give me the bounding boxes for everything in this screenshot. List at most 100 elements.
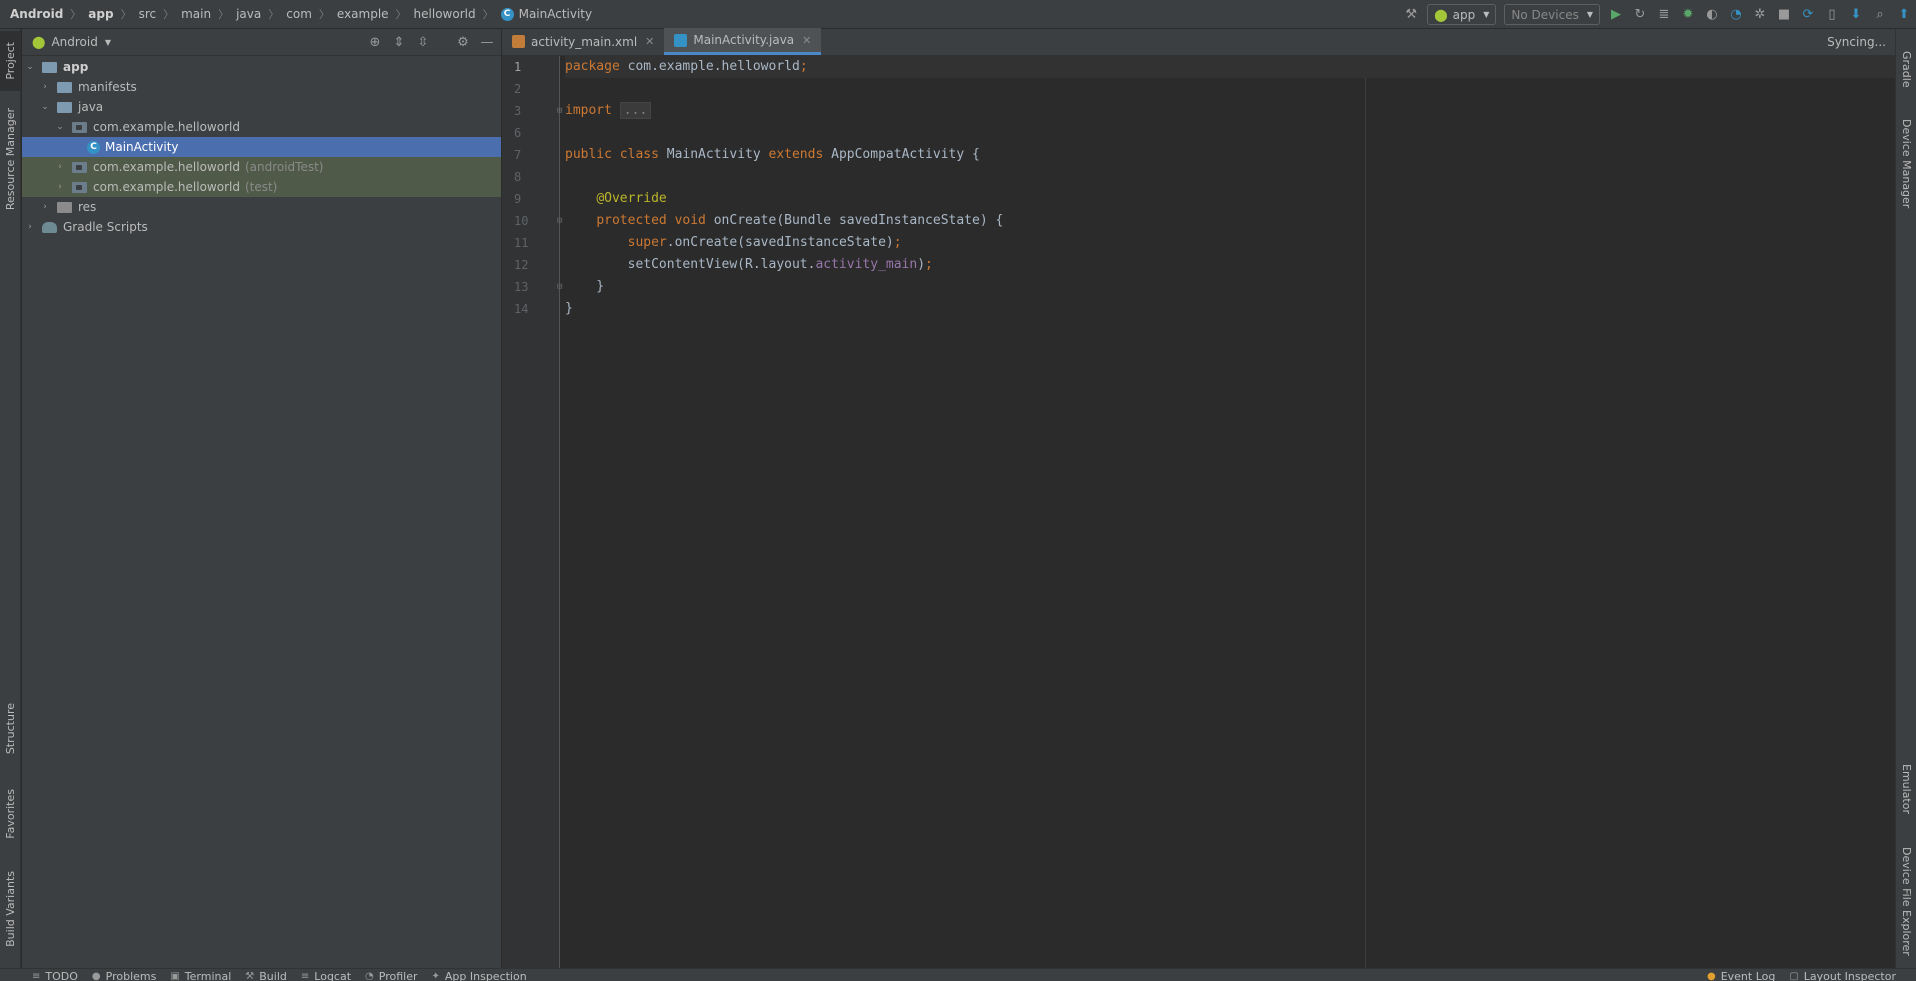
code-editor[interactable]: package com.example.helloworld; ⊞ import … — [557, 56, 1895, 968]
tree-item-package-main[interactable]: ⌄ com.example.helloworld — [22, 117, 501, 137]
caret-down-icon[interactable]: ▼ — [105, 38, 111, 47]
breadcrumb-main[interactable]: main — [181, 7, 211, 21]
breadcrumb-java[interactable]: java — [236, 7, 261, 21]
layout-inspector-tool-button[interactable]: ▢ Layout Inspector — [1789, 970, 1896, 981]
device-manager-icon[interactable]: ▯ — [1820, 3, 1844, 27]
stop-icon[interactable]: ■ — [1772, 3, 1796, 27]
debug-icon[interactable]: ✹ — [1676, 3, 1700, 27]
run-icon[interactable]: ▶ — [1604, 3, 1628, 27]
event-log-tool-button[interactable]: ● Event Log — [1707, 970, 1775, 981]
breadcrumb-helloworld[interactable]: helloworld — [414, 7, 476, 21]
app-inspection-tool-button[interactable]: ✦ App Inspection — [432, 970, 527, 981]
profiler-tool-button[interactable]: ◔ Profiler — [365, 970, 417, 981]
update-icon[interactable]: ⬆ — [1892, 3, 1916, 27]
app-inspection-label: App Inspection — [444, 970, 527, 981]
breadcrumb-src[interactable]: src — [139, 7, 157, 21]
tab-activity-main-xml[interactable]: activity_main.xml ✕ — [502, 28, 664, 55]
rerun-icon[interactable]: ↻ — [1628, 3, 1652, 27]
fold-icon[interactable]: ⊞ — [557, 100, 562, 122]
close-icon[interactable]: ✕ — [802, 34, 811, 47]
tree-item-label: res — [78, 200, 97, 214]
device-file-explorer-tool-tab[interactable]: Device File Explorer — [1896, 839, 1916, 964]
folder-icon — [57, 81, 72, 93]
tree-item-suffix: (test) — [244, 180, 278, 194]
collapse-all-icon[interactable]: ⇳ — [411, 31, 435, 55]
terminal-label: Terminal — [184, 970, 232, 981]
tree-item-suffix: (androidTest) — [244, 160, 324, 174]
locate-icon[interactable]: ⊕ — [363, 31, 387, 55]
sdk-manager-icon[interactable]: ⬇ — [1844, 3, 1868, 27]
breadcrumb-example[interactable]: example — [337, 7, 389, 21]
tree-item-package-androidtest[interactable]: › com.example.helloworld (androidTest) — [22, 157, 501, 177]
build-variants-tab-label: Build Variants — [4, 871, 17, 947]
fold-icon[interactable]: ⊟ — [557, 210, 562, 232]
device-manager-tool-tab[interactable]: Device Manager — [1896, 109, 1916, 219]
line-number: 13 — [514, 280, 529, 294]
chevron-right-icon[interactable]: › — [54, 162, 66, 172]
problems-tool-button[interactable]: ● Problems — [92, 970, 156, 981]
gradle-tool-tab[interactable]: Gradle — [1896, 39, 1916, 99]
layout-inspector-icon: ▢ — [1789, 971, 1799, 981]
tree-item-package-test[interactable]: › com.example.helloworld (test) — [22, 177, 501, 197]
project-tool-tab[interactable]: Project — [0, 31, 21, 91]
class-icon: C — [500, 7, 514, 21]
sync-status: Syncing... — [1819, 32, 1894, 52]
minimize-icon[interactable]: — — [475, 31, 499, 55]
tab-mainactivity-java[interactable]: MainActivity.java ✕ — [664, 28, 822, 55]
todo-tool-button[interactable]: ≡ TODO — [32, 970, 78, 981]
tree-item-label: Gradle Scripts — [63, 220, 148, 234]
breadcrumb-mainactivity[interactable]: MainActivity — [519, 7, 593, 21]
tab-label: activity_main.xml — [531, 34, 638, 49]
project-view-select[interactable]: Android — [51, 35, 97, 49]
chevron-right-icon[interactable]: › — [24, 222, 36, 232]
fold-icon[interactable]: ⊟ — [557, 276, 562, 298]
android-icon: ⬤ — [32, 35, 46, 49]
favorites-tool-tab[interactable]: Favorites — [0, 774, 21, 854]
coverage-icon[interactable]: ◐ — [1700, 3, 1724, 27]
breadcrumb-com[interactable]: com — [286, 7, 312, 21]
code-line: public class MainActivity extends AppCom… — [565, 147, 980, 162]
logcat-tool-button[interactable]: ≡ Logcat — [301, 970, 351, 981]
left-tool-strip: Project Resource Manager Structure Favor… — [0, 29, 21, 968]
profile-icon[interactable]: ◔ — [1724, 3, 1748, 27]
tree-item-res[interactable]: › res — [22, 197, 501, 217]
chevron-right-icon[interactable]: › — [39, 82, 51, 92]
build-tool-button[interactable]: ⚒ Build — [245, 970, 287, 981]
hammer-icon[interactable]: ⚒ — [1399, 3, 1423, 27]
tree-item-mainactivity[interactable]: C MainActivity — [22, 137, 501, 157]
tree-item-gradle-scripts[interactable]: › Gradle Scripts — [22, 217, 501, 237]
tree-item-manifests[interactable]: › manifests — [22, 77, 501, 97]
expand-all-icon[interactable]: ⇕ — [387, 31, 411, 55]
build-variants-tool-tab[interactable]: Build Variants — [0, 859, 21, 959]
tree-item-label: java — [78, 100, 104, 114]
project-panel-header: ⬤ Android ▼ ⊕ ⇕ ⇳ ⚙ — — [22, 29, 501, 56]
code-line: package com.example.helloworld; — [565, 56, 1895, 78]
search-icon[interactable]: ⌕ — [1868, 3, 1892, 27]
chevron-right-icon[interactable]: › — [54, 182, 66, 192]
chevron-right-icon[interactable]: › — [39, 202, 51, 212]
tree-item-java[interactable]: ⌄ java — [22, 97, 501, 117]
code-line: } — [565, 301, 573, 316]
caret-down-icon: ▼ — [1586, 10, 1593, 19]
chevron-down-icon[interactable]: ⌄ — [54, 122, 66, 132]
editor-tabs: activity_main.xml ✕ MainActivity.java ✕ — [502, 28, 1895, 56]
apply-changes-icon[interactable]: ≣ — [1652, 3, 1676, 27]
breadcrumb-app[interactable]: app — [88, 7, 113, 21]
emulator-tool-tab[interactable]: Emulator — [1896, 749, 1916, 829]
line-number: 14 — [514, 302, 529, 316]
attach-debugger-icon[interactable]: ✲ — [1748, 3, 1772, 27]
chevron-down-icon[interactable]: ⌄ — [24, 62, 36, 72]
chevron-down-icon[interactable]: ⌄ — [39, 102, 51, 112]
terminal-tool-button[interactable]: ▣ Terminal — [170, 970, 231, 981]
tree-item-app[interactable]: ⌄ app — [22, 57, 501, 77]
folded-imports[interactable]: ... — [619, 102, 652, 119]
resource-manager-tool-tab[interactable]: Resource Manager — [0, 99, 21, 219]
problems-icon: ● — [91, 971, 101, 981]
structure-tool-tab[interactable]: Structure — [0, 689, 21, 769]
gear-icon[interactable]: ⚙ — [451, 31, 475, 55]
run-config-select[interactable]: ⬤ app ▼ — [1427, 4, 1497, 25]
close-icon[interactable]: ✕ — [645, 35, 654, 48]
device-select[interactable]: No Devices ▼ — [1504, 4, 1600, 25]
breadcrumb-android[interactable]: Android — [10, 7, 63, 21]
sync-gradle-icon[interactable]: ⟳ — [1796, 3, 1820, 27]
